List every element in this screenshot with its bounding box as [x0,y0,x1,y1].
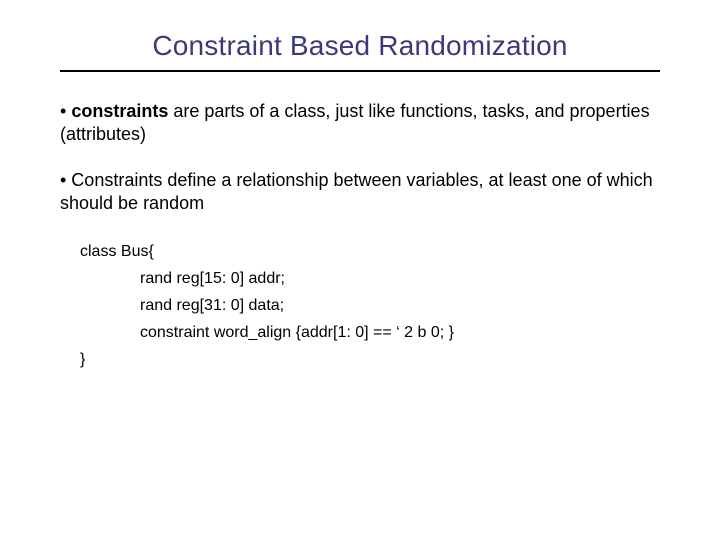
code-block: class Bus{ rand reg[15: 0] addr; rand re… [60,238,660,374]
code-line-4: } [80,346,660,373]
code-line-3: constraint word_align {addr[1: 0] == ‘ 2… [140,319,660,346]
bullet-1: • constraints are parts of a class, just… [60,100,660,147]
divider [60,70,660,72]
code-line-0: class Bus{ [80,238,660,265]
bullet-1-bold: constraints [71,101,168,121]
slide: Constraint Based Randomization • constra… [0,0,720,540]
bullet-list: • constraints are parts of a class, just… [60,100,660,216]
code-line-2: rand reg[31: 0] data; [140,292,660,319]
bullet-2: • Constraints define a relationship betw… [60,169,660,216]
code-line-1: rand reg[15: 0] addr; [140,265,660,292]
slide-title: Constraint Based Randomization [60,30,660,62]
bullet-1-marker: • [60,101,71,121]
